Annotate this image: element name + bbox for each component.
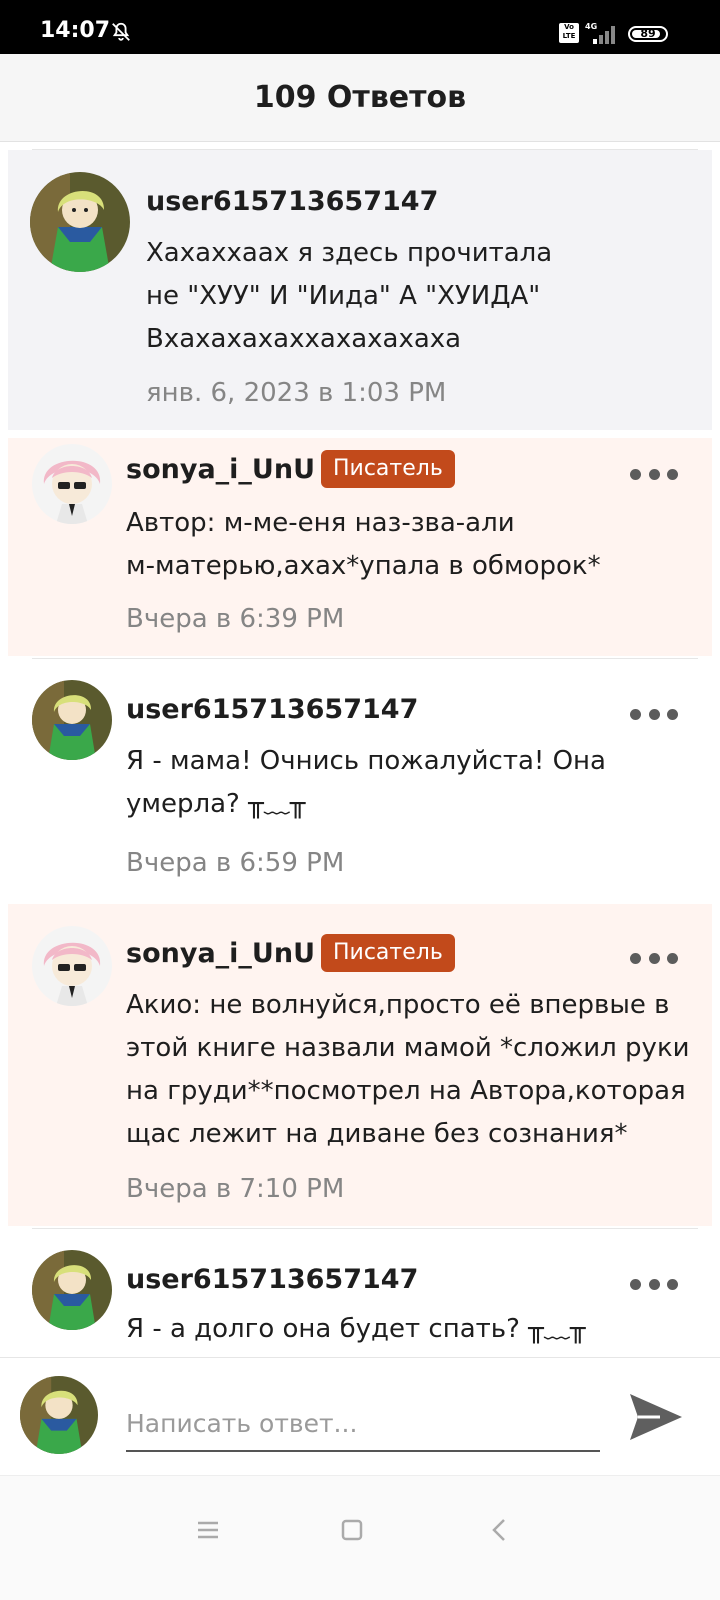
my-avatar[interactable]: [20, 1376, 98, 1454]
comment-timestamp: янв. 6, 2023 в 1:03 PM: [146, 378, 447, 408]
reply-comment: user615713657147 Я - мама! Очнись пожалу…: [8, 660, 712, 902]
menu-icon[interactable]: [188, 1510, 228, 1550]
reply-comment: sonya_i_UnU Писатель Акио: не волнуйся,п…: [8, 904, 712, 1226]
more-options-button[interactable]: [630, 1274, 678, 1294]
comment-text: Акио: не волнуйся,просто её впервые в эт…: [126, 990, 690, 1149]
username[interactable]: sonya_i_UnU: [126, 454, 315, 485]
comment-timestamp: Вчера в 7:10 PM: [126, 1174, 345, 1204]
battery-icon: 89: [628, 26, 668, 42]
more-options-button[interactable]: [630, 464, 678, 484]
username[interactable]: user615713657147: [146, 186, 438, 217]
username[interactable]: user615713657147: [126, 694, 418, 725]
comment-text: Автор: м-ме-еня наз-зва-али м-матерью,ах…: [126, 508, 601, 581]
comment-text: Я - мама! Очнись пожалуйста! Она умерла?…: [126, 746, 606, 819]
comment-timestamp: Вчера в 6:39 PM: [126, 604, 345, 634]
system-nav-bar: [0, 1475, 720, 1600]
header: 109 Ответов: [0, 54, 720, 142]
reply-bar: [0, 1357, 720, 1475]
avatar[interactable]: [32, 444, 112, 524]
divider: [32, 1228, 698, 1229]
writer-badge: Писатель: [321, 934, 455, 972]
home-square-icon[interactable]: [332, 1510, 372, 1550]
back-icon[interactable]: [480, 1510, 520, 1550]
status-time: 14:07: [40, 18, 111, 43]
send-icon[interactable]: [626, 1388, 684, 1446]
battery-level: 89: [640, 27, 656, 40]
reply-comment: user615713657147 Я - а долго она будет с…: [8, 1230, 712, 1357]
status-bar: 14:07 Vo LTE 4G 89: [0, 0, 720, 54]
signal-icon: 4G: [585, 22, 615, 44]
more-options-button[interactable]: [630, 948, 678, 968]
more-options-button[interactable]: [630, 704, 678, 724]
comment-list[interactable]: user615713657147 Хахаххаах я здесь прочи…: [0, 142, 720, 1357]
comment-text: Хахаххаах я здесь прочитала не "ХУУ" И "…: [146, 238, 553, 354]
avatar[interactable]: [32, 680, 112, 760]
original-comment: user615713657147 Хахаххаах я здесь прочи…: [8, 150, 712, 430]
reply-comment: sonya_i_UnU Писатель Автор: м-ме-еня наз…: [8, 438, 712, 656]
avatar[interactable]: [32, 926, 112, 1006]
avatar[interactable]: [30, 172, 130, 272]
volte-icon: Vo LTE: [559, 23, 579, 43]
writer-badge: Писатель: [321, 450, 455, 488]
divider: [32, 658, 698, 659]
mute-icon: [112, 22, 130, 41]
comment-timestamp: Вчера в 6:59 PM: [126, 848, 345, 878]
network-type-label: 4G: [585, 22, 597, 31]
avatar[interactable]: [32, 1250, 112, 1330]
page-title: 109 Ответов: [253, 80, 467, 115]
comment-text: Я - а долго она будет спать? ╥﹏╥: [126, 1314, 586, 1344]
username[interactable]: user615713657147: [126, 1264, 418, 1295]
username[interactable]: sonya_i_UnU: [126, 938, 315, 969]
reply-input[interactable]: [126, 1396, 600, 1452]
